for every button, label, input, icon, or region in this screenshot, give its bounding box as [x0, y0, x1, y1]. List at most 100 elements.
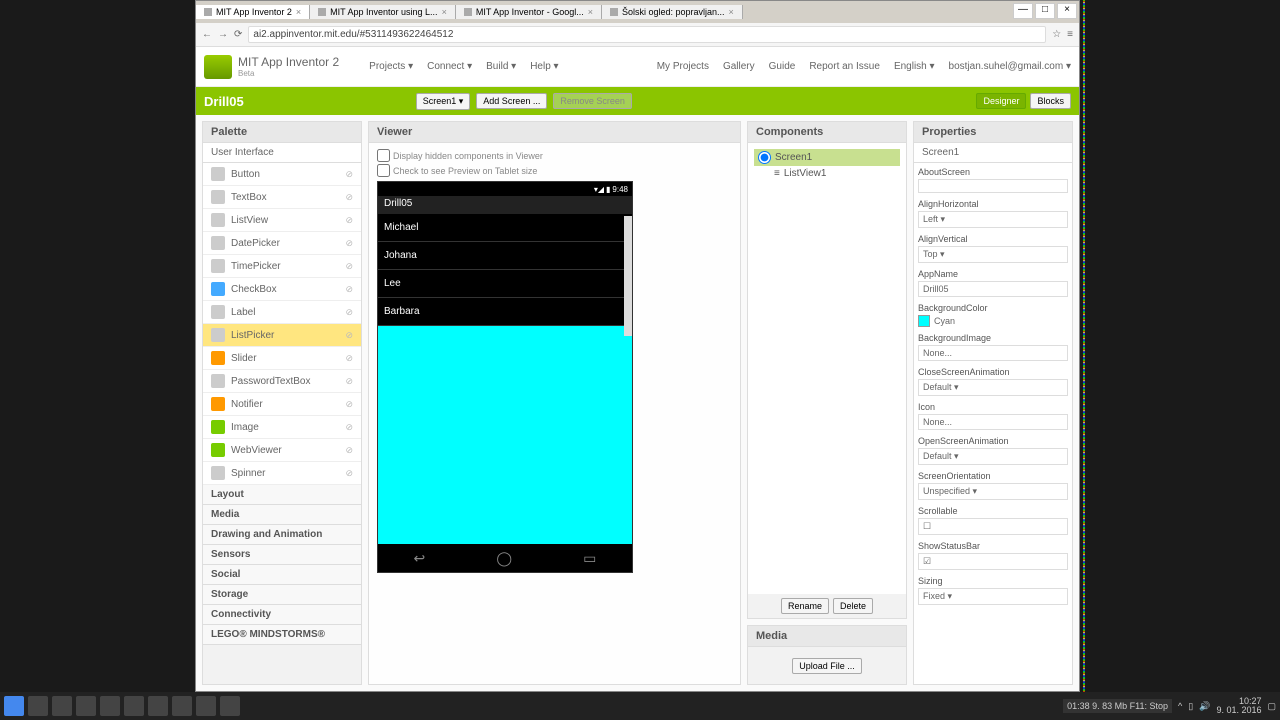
property-value[interactable]: Left ▾: [918, 211, 1068, 228]
help-icon[interactable]: ⊘: [345, 215, 353, 226]
store-icon[interactable]: [100, 696, 120, 716]
tray-network-icon[interactable]: ▯: [1188, 701, 1193, 712]
listview-component[interactable]: MichaelJohanaLeeBarbara: [378, 214, 632, 326]
opt-tablet[interactable]: Check to see Preview on Tablet size: [377, 164, 732, 177]
palette-item-slider[interactable]: Slider⊘: [203, 347, 361, 370]
skype-icon[interactable]: [172, 696, 192, 716]
tray-up-icon[interactable]: ^: [1178, 701, 1182, 711]
property-value[interactable]: None...: [918, 345, 1068, 361]
palette-item-timepicker[interactable]: TimePicker⊘: [203, 255, 361, 278]
help-icon[interactable]: ⊘: [345, 192, 353, 203]
palette-item-spinner[interactable]: Spinner⊘: [203, 462, 361, 485]
palette-category[interactable]: User Interface: [203, 143, 361, 163]
browser-tab-0[interactable]: MIT App Inventor 2×: [196, 5, 310, 19]
palette-item-notifier[interactable]: Notifier⊘: [203, 393, 361, 416]
property-value[interactable]: ☐: [918, 518, 1068, 535]
add-screen-button[interactable]: Add Screen ...: [476, 93, 547, 109]
palette-category-media[interactable]: Media: [203, 505, 361, 525]
close-icon[interactable]: ×: [588, 7, 593, 17]
url-input[interactable]: ai2.appinventor.mit.edu/#531149362246451…: [248, 26, 1046, 43]
tray-volume-icon[interactable]: 🔊: [1199, 701, 1210, 712]
delete-button[interactable]: Delete: [833, 598, 873, 614]
property-value[interactable]: Default ▾: [918, 379, 1068, 396]
explorer-icon[interactable]: [76, 696, 96, 716]
palette-item-checkbox[interactable]: CheckBox⊘: [203, 278, 361, 301]
rename-button[interactable]: Rename: [781, 598, 829, 614]
property-value[interactable]: Fixed ▾: [918, 588, 1068, 605]
menu-myprojects[interactable]: My Projects: [657, 61, 709, 72]
property-value[interactable]: Unspecified ▾: [918, 483, 1068, 500]
recorder-icon[interactable]: [220, 696, 240, 716]
close-icon[interactable]: ×: [729, 7, 734, 17]
close-icon[interactable]: ×: [296, 7, 301, 17]
screen-selector[interactable]: Screen1 ▾: [416, 93, 471, 110]
palette-category-storage[interactable]: Storage: [203, 585, 361, 605]
clock-date[interactable]: 9. 01. 2016: [1216, 706, 1261, 715]
minimize-button[interactable]: —: [1013, 3, 1033, 19]
phone-body[interactable]: MichaelJohanaLeeBarbara: [378, 214, 632, 544]
property-value[interactable]: [918, 179, 1068, 193]
close-button[interactable]: ×: [1057, 3, 1077, 19]
browser-tab-2[interactable]: MIT App Inventor - Googl...×: [456, 5, 602, 19]
browser-tab-1[interactable]: MIT App Inventor using L...×: [310, 5, 456, 19]
help-icon[interactable]: ⊘: [345, 261, 353, 272]
forward-icon[interactable]: →: [218, 29, 228, 40]
notifications-icon[interactable]: ▢: [1267, 701, 1276, 712]
menu-gallery[interactable]: Gallery: [723, 61, 755, 72]
menu-icon[interactable]: ≡: [1067, 29, 1073, 40]
property-value[interactable]: ☑: [918, 553, 1068, 570]
reload-icon[interactable]: ⟳: [234, 29, 242, 40]
list-item[interactable]: Johana: [378, 242, 632, 270]
palette-item-listpicker[interactable]: ListPicker⊘: [203, 324, 361, 347]
palette-category-lego-mindstorms-[interactable]: LEGO® MINDSTORMS®: [203, 625, 361, 645]
menu-guide[interactable]: Guide: [769, 61, 796, 72]
opt-hidden-checkbox[interactable]: [377, 149, 390, 162]
chrome-icon[interactable]: [196, 696, 216, 716]
start-button[interactable]: [4, 696, 24, 716]
help-icon[interactable]: ⊘: [345, 169, 353, 180]
help-icon[interactable]: ⊘: [345, 284, 353, 295]
menu-build[interactable]: Build ▾: [486, 61, 516, 72]
palette-category-sensors[interactable]: Sensors: [203, 545, 361, 565]
palette-item-datepicker[interactable]: DatePicker⊘: [203, 232, 361, 255]
tree-radio[interactable]: [758, 151, 771, 164]
help-icon[interactable]: ⊘: [345, 445, 353, 456]
property-value[interactable]: None...: [918, 414, 1068, 430]
property-value[interactable]: Top ▾: [918, 246, 1068, 263]
help-icon[interactable]: ⊘: [345, 399, 353, 410]
taskview-icon[interactable]: [52, 696, 72, 716]
restore-button[interactable]: □: [1035, 3, 1055, 19]
palette-category-layout[interactable]: Layout: [203, 485, 361, 505]
palette-item-label[interactable]: Label⊘: [203, 301, 361, 324]
help-icon[interactable]: ⊘: [345, 307, 353, 318]
upload-file-button[interactable]: Upload File ...: [792, 658, 862, 674]
opt-tablet-checkbox[interactable]: [377, 164, 390, 177]
listview-scrollbar[interactable]: [624, 216, 632, 336]
palette-item-button[interactable]: Button⊘: [203, 163, 361, 186]
palette-category-social[interactable]: Social: [203, 565, 361, 585]
list-item[interactable]: Barbara: [378, 298, 632, 326]
designer-button[interactable]: Designer: [976, 93, 1026, 109]
close-icon[interactable]: ×: [442, 7, 447, 17]
tree-screen1[interactable]: Screen1: [754, 149, 900, 166]
help-icon[interactable]: ⊘: [345, 376, 353, 387]
back-icon[interactable]: ←: [202, 29, 212, 40]
property-value[interactable]: Drill05: [918, 281, 1068, 297]
blocks-button[interactable]: Blocks: [1030, 93, 1071, 109]
palette-category-connectivity[interactable]: Connectivity: [203, 605, 361, 625]
menu-connect[interactable]: Connect ▾: [427, 61, 472, 72]
help-icon[interactable]: ⊘: [345, 422, 353, 433]
palette-item-listview[interactable]: ListView⊘: [203, 209, 361, 232]
opt-hidden[interactable]: Display hidden components in Viewer: [377, 149, 732, 162]
property-value[interactable]: Default ▾: [918, 448, 1068, 465]
menu-report[interactable]: Report an Issue: [809, 61, 880, 72]
palette-item-passwordtextbox[interactable]: PasswordTextBox⊘: [203, 370, 361, 393]
list-item[interactable]: Michael: [378, 214, 632, 242]
menu-account[interactable]: bostjan.suhel@gmail.com ▾: [949, 61, 1071, 72]
palette-item-textbox[interactable]: TextBox⊘: [203, 186, 361, 209]
property-value[interactable]: Cyan: [918, 315, 1068, 327]
search-icon[interactable]: [28, 696, 48, 716]
help-icon[interactable]: ⊘: [345, 468, 353, 479]
help-icon[interactable]: ⊘: [345, 238, 353, 249]
browser-tab-3[interactable]: Šolski ogled: popravljan...×: [602, 5, 743, 19]
